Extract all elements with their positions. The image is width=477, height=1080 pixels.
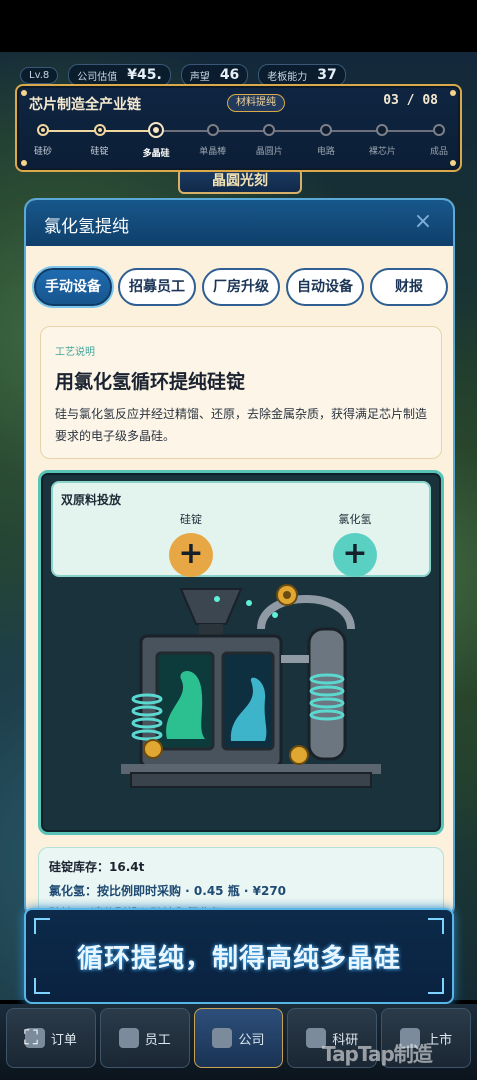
boss-ability-value: 37 bbox=[317, 67, 337, 83]
chain-step-label: 成品 bbox=[429, 147, 448, 157]
bracket-corner bbox=[428, 918, 444, 934]
modal-tabs: 手动设备 招募员工 厂房升级 自动设备 财报 bbox=[34, 268, 448, 308]
reputation-chip[interactable]: 声望 46 bbox=[180, 64, 249, 86]
chain-progress: 03 / 08 bbox=[383, 93, 438, 108]
corner-dot bbox=[21, 160, 27, 166]
process-body: 硅与氯化氢反应并经过精馏、还原，去除金属杂质，获得满足芯片制造要求的电子级多晶硅… bbox=[55, 407, 428, 443]
boss-ability-chip[interactable]: 老板能力 37 bbox=[258, 64, 346, 86]
spark bbox=[272, 612, 278, 618]
tab-recruit-staff[interactable]: 招募员工 bbox=[118, 268, 196, 306]
watermark: TapTap制造 bbox=[322, 1042, 433, 1066]
process-tag: 工艺说明 bbox=[55, 347, 95, 358]
machine-panel: 双原料投放 硅锭 + 氯化氢 + bbox=[38, 470, 444, 835]
level-chip[interactable]: Lv.8 bbox=[20, 66, 59, 84]
caption-text: 循环提纯，制得高纯多晶硅 bbox=[76, 944, 401, 974]
caption-banner: 循环提纯，制得高纯多晶硅 bbox=[24, 908, 454, 1004]
gear-hub bbox=[283, 591, 291, 599]
bracket-corner bbox=[428, 978, 444, 994]
ingot-stock: 硅锭库存：16.4t bbox=[49, 860, 145, 874]
reputation-label: 声望 bbox=[189, 71, 210, 83]
chain-step[interactable]: 多晶硅 bbox=[128, 122, 184, 159]
bracket-corner bbox=[34, 978, 50, 994]
material-silicon-ingot: 硅锭 + bbox=[161, 511, 221, 577]
close-icon[interactable]: × bbox=[411, 210, 435, 234]
corner-dot bbox=[450, 160, 456, 166]
company-value-label: 公司估值 bbox=[77, 71, 118, 83]
chain-step-label: 硅砂 bbox=[33, 147, 52, 157]
company-value: ¥45. bbox=[127, 67, 162, 83]
hopper-neck bbox=[199, 624, 223, 636]
staff-icon bbox=[118, 1028, 139, 1048]
chain-stage-badge: 材料提纯 bbox=[227, 94, 285, 112]
machine-base bbox=[130, 772, 372, 788]
tab-auto-equipment[interactable]: 自动设备 bbox=[286, 268, 364, 306]
chain-step-label: 单晶棒 bbox=[199, 147, 227, 157]
purification-machine-illustration[interactable] bbox=[101, 569, 401, 817]
corner-dot bbox=[21, 90, 27, 96]
nav-label: 公司 bbox=[238, 1032, 265, 1048]
chain-step-dot bbox=[206, 124, 219, 136]
chain-step[interactable]: 裸芯片 bbox=[354, 124, 410, 157]
nav-label: 员工 bbox=[144, 1032, 171, 1048]
material-name: 硅锭 bbox=[180, 513, 202, 526]
spark bbox=[246, 600, 252, 606]
boss-ability-label: 老板能力 bbox=[267, 71, 308, 83]
process-title: 用氯化氢循环提纯硅锭 bbox=[55, 371, 246, 393]
chain-step[interactable]: 成品 bbox=[411, 124, 467, 157]
chain-step[interactable]: 单晶棒 bbox=[185, 124, 241, 157]
chain-step[interactable]: 硅锭 bbox=[72, 124, 128, 157]
industry-chain-panel: 芯片制造全产业链 材料提纯 03 / 08 硅砂 硅锭 多晶硅 单晶棒 晶圆片 电路 裸芯片… bbox=[15, 84, 462, 172]
spark bbox=[214, 596, 220, 602]
nav-label: 订单 bbox=[50, 1032, 77, 1048]
hopper bbox=[179, 588, 243, 625]
material-name: 氯化氢 bbox=[338, 513, 372, 526]
chain-step-dot bbox=[433, 124, 445, 136]
gear-icon bbox=[289, 745, 309, 765]
nav-company[interactable]: 公司 bbox=[193, 1008, 284, 1068]
chain-step-dot bbox=[148, 122, 165, 138]
dual-material-feed: 双原料投放 硅锭 + 氯化氢 + bbox=[51, 481, 431, 577]
chain-step-label: 电路 bbox=[316, 147, 335, 157]
chain-step[interactable]: 晶圆片 bbox=[241, 124, 297, 157]
chain-step-dot bbox=[319, 124, 332, 136]
tab-factory-upgrade[interactable]: 厂房升级 bbox=[202, 268, 280, 306]
bracket-corner bbox=[34, 918, 50, 934]
chain-step-dot bbox=[263, 124, 276, 136]
gear-icon bbox=[143, 739, 163, 759]
status-bar bbox=[0, 0, 477, 52]
chain-step-dot bbox=[376, 124, 389, 136]
nav-staff[interactable]: 员工 bbox=[99, 1008, 190, 1068]
corner-dot bbox=[450, 90, 456, 96]
tab-manual-equipment[interactable]: 手动设备 bbox=[34, 268, 112, 306]
process-description-card: 工艺说明 用氯化氢循环提纯硅锭 硅与氯化氢反应并经过精馏、还原，去除金属杂质，获… bbox=[40, 326, 442, 459]
modal-title: 氯化氢提纯 bbox=[44, 217, 129, 237]
company-value-chip[interactable]: 公司估值 ¥45. bbox=[68, 64, 171, 86]
chain-step-label: 裸芯片 bbox=[368, 147, 396, 157]
chain-title: 芯片制造全产业链 bbox=[29, 97, 141, 113]
chain-step-label: 晶圆片 bbox=[255, 147, 283, 157]
process-modal: 氯化氢提纯 × 手动设备 招募员工 厂房升级 自动设备 财报 工艺说明 用氯化氢… bbox=[24, 198, 455, 918]
chain-step[interactable]: 电路 bbox=[298, 124, 354, 157]
chain-step-dot bbox=[93, 124, 106, 136]
chain-step-dot bbox=[37, 124, 49, 136]
chain-step[interactable]: 硅砂 bbox=[15, 124, 71, 157]
tab-financial-report[interactable]: 财报 bbox=[370, 268, 448, 306]
level-text: Lv.8 bbox=[29, 69, 50, 81]
hcl-purchase-info: 氯化氢：按比例即时采购 · 0.45 瓶 · ¥270 bbox=[49, 884, 287, 898]
fullscreen-icon[interactable]: ⛶ bbox=[18, 1024, 44, 1050]
reputation-value: 46 bbox=[219, 67, 240, 83]
company-icon bbox=[212, 1028, 233, 1048]
material-hcl: 氯化氢 + bbox=[325, 511, 385, 577]
chain-step-label: 多晶硅 bbox=[142, 149, 170, 159]
feed-title: 双原料投放 bbox=[61, 493, 122, 507]
chain-step-label: 硅锭 bbox=[90, 147, 109, 157]
modal-header: 氯化氢提纯 × bbox=[26, 200, 453, 246]
